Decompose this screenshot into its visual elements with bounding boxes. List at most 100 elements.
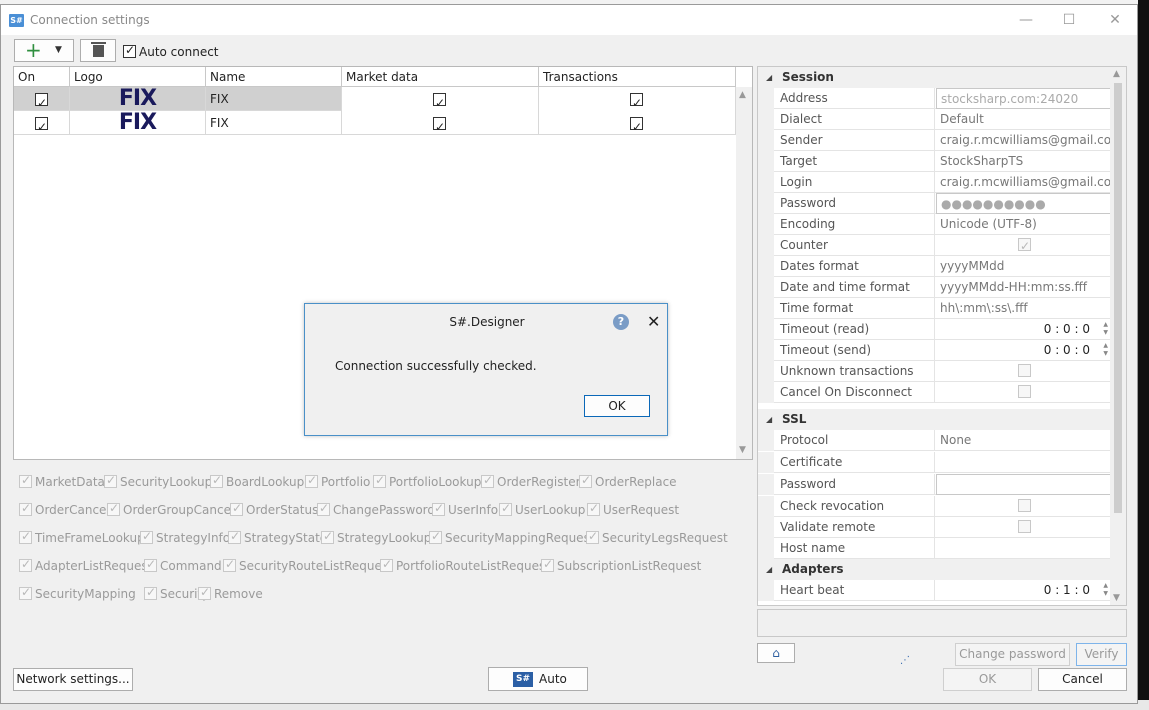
cell-logo: FIX — [70, 87, 206, 111]
column-header-market-data[interactable]: Market data — [342, 67, 539, 87]
property-check-revocation[interactable]: Check revocation — [758, 496, 1112, 517]
network-settings-button[interactable]: Network settings... — [13, 668, 133, 691]
property-password[interactable]: Password ●●●●●●●●●● — [758, 193, 1112, 214]
chevron-down-icon: ▼ — [55, 45, 62, 55]
property-time-format[interactable]: Time format hh\:mm\:ss\.fff — [758, 298, 1112, 319]
property-target[interactable]: Target StockSharpTS — [758, 151, 1112, 172]
cancel-button[interactable]: Cancel — [1038, 668, 1127, 691]
capability-item: BoardLookup — [210, 473, 304, 489]
capability-item: SecurityMappingRequest — [429, 529, 595, 545]
minimize-button[interactable]: — — [1006, 9, 1046, 31]
cell-on — [14, 111, 70, 139]
cell-name: FIX — [206, 87, 342, 111]
row-transactions-checkbox[interactable] — [630, 91, 643, 115]
category-session[interactable]: ◢ Session — [758, 67, 1112, 88]
capability-item: OrderRegister — [481, 473, 581, 489]
counter-checkbox[interactable] — [1018, 236, 1031, 256]
cell-on — [14, 87, 70, 115]
trash-icon — [91, 42, 106, 57]
spinner-arrows-icon[interactable]: ▲ ▼ — [1103, 582, 1108, 598]
property-validate-remote[interactable]: Validate remote — [758, 517, 1112, 538]
cell-market-data — [342, 111, 539, 139]
cell-transactions — [539, 111, 736, 139]
row-market-data-checkbox[interactable] — [433, 115, 446, 139]
property-unknown-transactions[interactable]: Unknown transactions — [758, 361, 1112, 382]
scroll-up-icon[interactable]: ▲ — [739, 90, 746, 100]
spinner-arrows-icon[interactable]: ▲ ▼ — [1103, 321, 1108, 337]
row-market-data-checkbox[interactable] — [433, 91, 446, 115]
dialog-ok-button[interactable]: OK — [584, 395, 650, 417]
cell-market-data — [342, 87, 539, 115]
capability-item: PortfolioRouteListRequest — [380, 557, 550, 573]
window-title: Connection settings — [30, 13, 150, 27]
scroll-down-icon[interactable]: ▼ — [1113, 593, 1120, 603]
dialog-close-icon[interactable]: ✕ — [647, 312, 660, 331]
plus-icon: + — [25, 38, 42, 62]
capability-item: AdapterListRequest — [19, 557, 152, 573]
row-transactions-checkbox[interactable] — [630, 115, 643, 139]
column-header-on[interactable]: On — [14, 67, 70, 87]
capability-item: OrderReplace — [579, 473, 677, 489]
delete-connection-button[interactable] — [80, 39, 116, 62]
add-connection-button[interactable]: + ▼ — [14, 38, 74, 62]
collapse-icon[interactable]: ◢ — [766, 409, 772, 430]
auto-button[interactable]: S# Auto — [488, 667, 588, 691]
help-icon[interactable]: ? — [613, 314, 629, 330]
check-revocation-checkbox[interactable] — [1018, 499, 1031, 512]
loading-spinner-icon: ⋰ — [900, 655, 910, 666]
address-input[interactable]: stocksharp.com:24020 — [936, 88, 1112, 109]
row-on-checkbox[interactable] — [35, 115, 48, 139]
property-heart-beat[interactable]: Heart beat 0 : 1 : 0 ▲ ▼ — [758, 580, 1112, 601]
column-header-transactions[interactable]: Transactions — [539, 67, 736, 87]
scroll-up-icon[interactable]: ▲ — [1113, 69, 1120, 79]
column-header-name[interactable]: Name — [206, 67, 342, 87]
collapse-icon[interactable]: ◢ — [766, 67, 772, 88]
property-protocol[interactable]: Protocol None — [758, 430, 1112, 451]
help-home-icon[interactable]: ⌂ — [757, 643, 795, 663]
scroll-down-icon[interactable]: ▼ — [739, 445, 746, 455]
category-adapters[interactable]: ◢ Adapters — [758, 559, 1112, 580]
ssl-password-input[interactable] — [936, 474, 1112, 495]
validate-remote-checkbox[interactable] — [1018, 520, 1031, 533]
table-row[interactable]: FIX FIX — [14, 87, 736, 115]
auto-connect-checkbox[interactable] — [123, 43, 136, 58]
spinner-arrows-icon[interactable]: ▲ ▼ — [1103, 342, 1108, 358]
property-ssl-password[interactable]: Password — [758, 474, 1112, 495]
maximize-button[interactable]: ☐ — [1049, 9, 1089, 31]
property-cancel-on-disconnect[interactable]: Cancel On Disconnect — [758, 382, 1112, 403]
auto-connect-toggle[interactable]: Auto connect — [123, 43, 219, 59]
capability-item: StrategyInfo — [140, 529, 230, 545]
password-input[interactable]: ●●●●●●●●●● — [936, 193, 1112, 214]
property-certificate[interactable]: Certificate — [758, 452, 1112, 473]
row-on-checkbox[interactable] — [35, 91, 48, 115]
title-bar: S# Connection settings — ☐ ✕ — [1, 5, 1137, 35]
capability-item: Command — [144, 557, 222, 573]
property-host-name[interactable]: Host name — [758, 538, 1112, 559]
property-dates-format[interactable]: Dates format yyyyMMdd — [758, 256, 1112, 277]
column-header-logo[interactable]: Logo — [70, 67, 206, 87]
collapse-icon[interactable]: ◢ — [766, 559, 772, 580]
cancel-on-disconnect-checkbox[interactable] — [1018, 385, 1031, 398]
table-row[interactable]: FIX FIX — [14, 111, 736, 139]
verify-button[interactable]: Verify — [1076, 643, 1127, 666]
grid-scrollbar[interactable]: ▲ ▼ — [736, 87, 752, 459]
ok-button[interactable]: OK — [943, 668, 1032, 691]
close-button[interactable]: ✕ — [1095, 9, 1135, 31]
property-encoding[interactable]: Encoding Unicode (UTF-8) — [758, 214, 1112, 235]
change-password-button[interactable]: Change password — [955, 643, 1070, 666]
property-timeout-read[interactable]: Timeout (read) 0 : 0 : 0 ▲ ▼ — [758, 319, 1112, 340]
property-sender[interactable]: Sender craig.r.mcwilliams@gmail.com — [758, 130, 1112, 151]
stocksharp-logo-icon: S# — [513, 672, 533, 687]
scroll-thumb[interactable] — [1114, 83, 1122, 513]
property-timeout-send[interactable]: Timeout (send) 0 : 0 : 0 ▲ ▼ — [758, 340, 1112, 361]
property-address[interactable]: Address stocksharp.com:24020 — [758, 88, 1112, 109]
capability-item: OrderGroupCancel — [107, 501, 234, 517]
property-login[interactable]: Login craig.r.mcwilliams@gmail.com — [758, 172, 1112, 193]
property-grid-scrollbar[interactable]: ▲ ▼ — [1110, 67, 1126, 605]
category-ssl[interactable]: ◢ SSL — [758, 409, 1112, 430]
property-datetime-format[interactable]: Date and time format yyyyMMdd-HH:mm:ss.ff… — [758, 277, 1112, 298]
property-dialect[interactable]: Dialect Default — [758, 109, 1112, 130]
cell-name: FIX — [206, 111, 342, 135]
property-counter[interactable]: Counter — [758, 235, 1112, 256]
unknown-transactions-checkbox[interactable] — [1018, 364, 1031, 377]
